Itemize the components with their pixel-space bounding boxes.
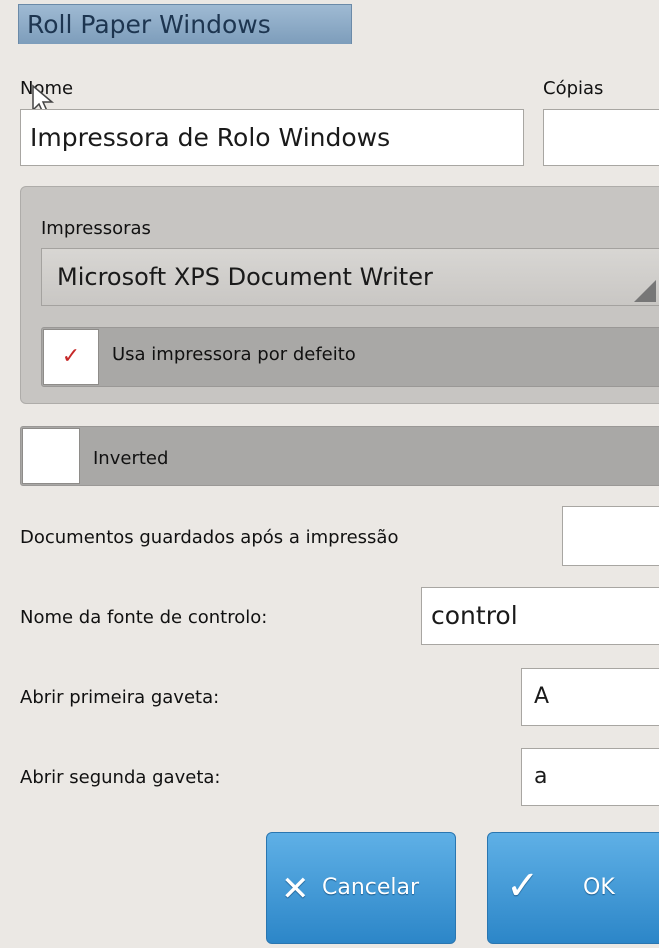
drawer2-label: Abrir segunda gaveta: [20, 767, 221, 788]
name-input[interactable]: Impressora de Rolo Windows [20, 109, 524, 166]
saved-docs-input[interactable] [562, 506, 659, 566]
saved-docs-label: Documentos guardados após a impressão [20, 527, 399, 548]
dropdown-corner-icon [634, 280, 656, 302]
ok-label: OK [583, 875, 615, 900]
cancel-x-icon: ✕ [281, 869, 310, 909]
checkmark-icon: ✓ [61, 344, 81, 369]
drawer1-label: Abrir primeira gaveta: [20, 687, 220, 708]
control-font-label: Nome da fonte de controlo: [20, 607, 268, 628]
copies-input[interactable] [543, 109, 659, 166]
window-title: Roll Paper Windows [18, 4, 352, 44]
drawer1-input[interactable]: A [521, 668, 659, 726]
inverted-label: Inverted [93, 448, 169, 469]
control-font-input[interactable]: control [421, 587, 659, 645]
use-default-checkbox[interactable]: ✓ [43, 329, 99, 385]
inverted-checkbox[interactable] [22, 428, 80, 484]
drawer2-input[interactable]: a [521, 748, 659, 806]
printers-label: Impressoras [41, 218, 151, 239]
ok-check-icon: ✓ [506, 863, 540, 909]
ok-button[interactable]: ✓ OK [487, 832, 659, 944]
cancel-label: Cancelar [322, 875, 420, 900]
use-default-label: Usa impressora por defeito [112, 344, 356, 365]
copies-label: Cópias [543, 78, 604, 99]
cancel-button[interactable]: ✕ Cancelar [266, 832, 456, 944]
printer-select[interactable]: Microsoft XPS Document Writer [41, 248, 659, 306]
